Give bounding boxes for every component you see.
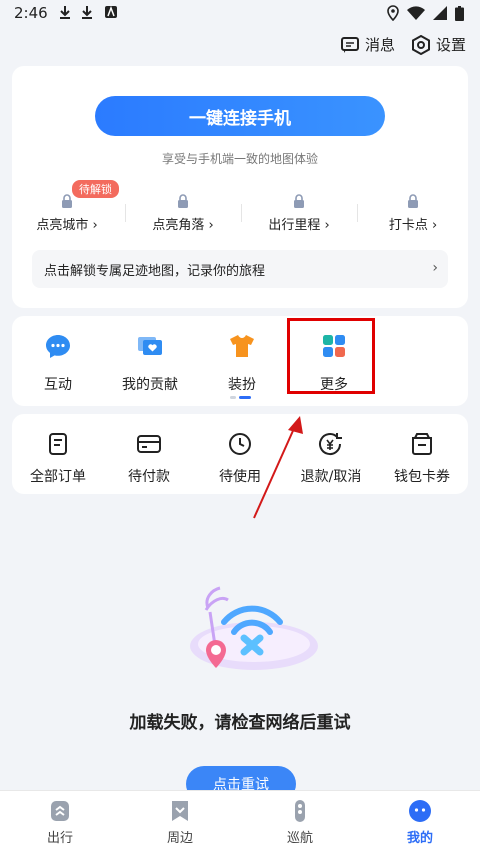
network-error-illustration [190,586,318,670]
travel-icon [51,801,69,821]
nav-label: 周边 [166,831,193,846]
page-dot-active [239,396,251,399]
battery-icon [455,5,464,21]
status-bar: 2:46 [0,0,480,26]
stat-label: 点亮城市 › [36,218,98,233]
settings-label: 设置 [435,36,466,54]
nav-nearby[interactable]: 周边 [120,799,240,846]
stat-label: 打卡点 › [388,218,438,233]
connect-subtitle: 享受与手机端一致的地图体验 [161,152,318,166]
chat-bubble-icon [46,335,70,358]
lock-icon [408,194,418,208]
order-list-icon [49,433,67,455]
footprint-card: 一键连接手机 享受与手机端一致的地图体验 待解锁 点亮城市 › 点亮角落 › 出… [12,66,468,308]
profile-icon [409,800,431,822]
order-pending-payment[interactable]: 待付款 [103,432,195,486]
stat-label: 点亮角落 › [152,218,214,233]
highlight-box [287,318,375,394]
service-contribution[interactable]: 我的贡献 [104,332,196,394]
services-card: 互动 我的贡献 装扮 更多 [12,316,468,406]
orders-card: 全部订单 待付款 待使用 退款/取消 钱包卡券 [12,414,468,494]
service-interaction[interactable]: 互动 [12,332,104,394]
download-icon [60,6,70,19]
wallet-icon [412,433,432,455]
service-label: 互动 [44,377,72,393]
status-icons [387,5,464,21]
annotation-arrow [253,416,303,519]
error-message: 加载失败，请检查网络后重试 [129,713,351,733]
cruise-icon [295,800,305,822]
nav-travel[interactable]: 出行 [0,799,120,846]
status-time: 2:46 [14,4,48,22]
unlock-footprint-bar[interactable]: 点击解锁专属足迹地图，记录你的旅程 › [32,250,448,288]
bottom-nav: 出行 周边 巡航 我的 [0,790,480,855]
app-notification-icon [105,5,117,18]
messages-button[interactable]: 消息 [340,34,395,55]
nav-profile[interactable]: 我的 [360,799,480,846]
order-label: 钱包卡券 [394,469,450,485]
lock-icon [178,194,188,208]
chevron-right-icon: › [432,260,438,276]
page-indicator [230,396,251,399]
order-label: 全部订单 [30,469,86,485]
top-actions: 消息 设置 [340,34,466,55]
stat-label: 出行里程 › [268,218,330,233]
nav-label: 巡航 [286,831,313,846]
service-dress-up[interactable]: 装扮 [196,332,288,394]
unlock-text: 点击解锁专属足迹地图，记录你的旅程 [44,263,266,279]
card-icon [137,435,161,453]
nav-cruise[interactable]: 巡航 [240,799,360,846]
service-label: 装扮 [228,377,256,393]
message-icon [340,36,359,53]
nearby-icon [172,801,188,821]
refund-icon [319,433,342,456]
divider [241,204,242,222]
order-wallet[interactable]: 钱包卡券 [376,432,468,486]
messages-label: 消息 [364,36,395,54]
page-dot [230,396,236,399]
tshirt-icon [230,335,254,357]
stat-travel-distance[interactable]: 出行里程 › [244,194,354,233]
connect-phone-button[interactable]: 一键连接手机 [95,96,385,136]
nav-label: 出行 [46,831,73,846]
stat-lit-cities[interactable]: 点亮城市 › [12,194,122,233]
heart-message-icon [138,337,162,355]
location-icon [387,5,399,21]
order-all[interactable]: 全部订单 [12,432,104,486]
stat-checkin-points[interactable]: 打卡点 › [358,194,468,233]
stat-lit-corners[interactable]: 点亮角落 › [128,194,238,233]
divider [125,204,126,222]
signal-icon [433,6,447,20]
settings-button[interactable]: 设置 [411,34,466,55]
lock-icon [294,194,304,208]
lock-icon [62,194,72,208]
service-label: 我的贡献 [122,377,178,393]
download-icon [82,6,92,19]
wifi-icon [407,6,425,20]
gear-icon [411,34,430,55]
nav-label: 我的 [406,831,433,846]
order-label: 待付款 [128,469,170,485]
